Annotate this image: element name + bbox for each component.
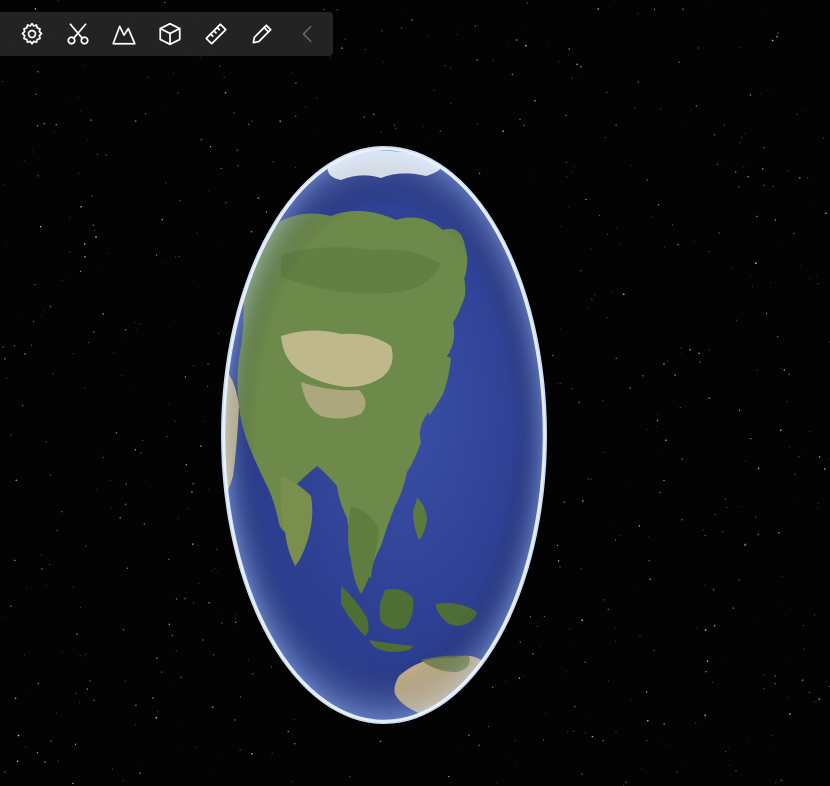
- terrain-button[interactable]: [101, 12, 147, 56]
- settings-button[interactable]: [9, 12, 55, 56]
- model-button[interactable]: [147, 12, 193, 56]
- map-viewport[interactable]: [0, 0, 830, 786]
- mountain-icon: [112, 25, 136, 45]
- draw-button[interactable]: [239, 12, 285, 56]
- globe[interactable]: [221, 146, 547, 724]
- toolbar: [0, 12, 333, 56]
- cube-icon: [159, 22, 181, 46]
- measure-button[interactable]: [193, 12, 239, 56]
- collapse-toolbar-button[interactable]: [285, 12, 331, 56]
- clip-button[interactable]: [55, 12, 101, 56]
- pencil-icon: [252, 24, 272, 44]
- ruler-icon: [205, 23, 227, 45]
- chevron-left-icon: [302, 25, 312, 43]
- gear-icon: [21, 22, 43, 45]
- scissors-icon: [67, 23, 89, 45]
